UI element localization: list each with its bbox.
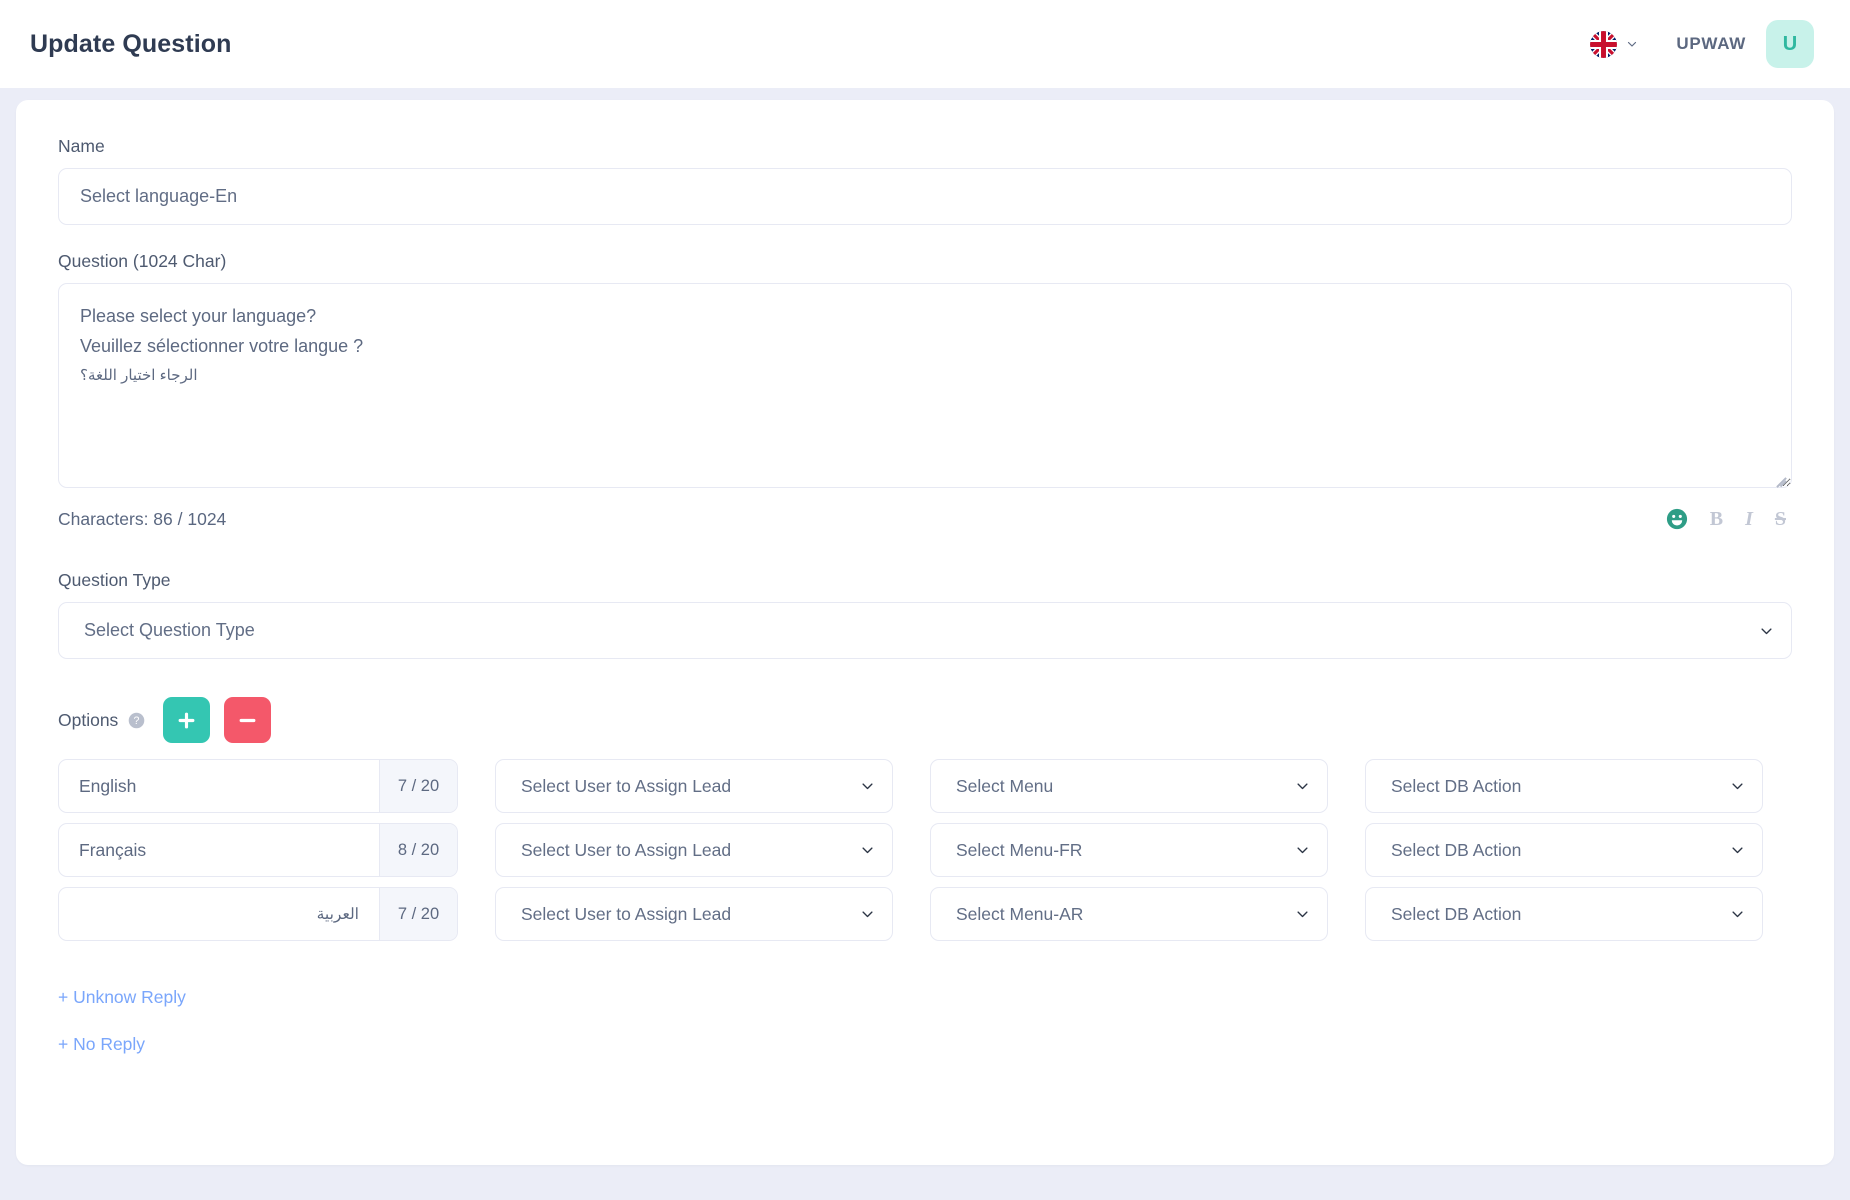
option-char-counter: 8 / 20 (379, 824, 457, 876)
option-char-counter: 7 / 20 (379, 760, 457, 812)
top-header-bar: Update Question UPWAW U (0, 0, 1850, 88)
organization-name: UPWAW (1676, 34, 1746, 53)
question-line-3: الرجاء اختيار اللغة؟ (80, 367, 198, 384)
question-form-card: Name Question (1024 Char) Please select … (16, 100, 1834, 1165)
character-counter: Characters: 86 / 1024 (58, 508, 227, 529)
question-line-2: Veuillez sélectionner votre langue ? (80, 336, 364, 356)
svg-text:?: ? (134, 715, 140, 727)
add-option-button[interactable] (163, 697, 211, 743)
assign-user-select[interactable]: Select User to Assign Lead (495, 823, 893, 877)
question-field-block: Question (1024 Char) Please select your … (58, 251, 1792, 536)
db-action-select-wrap: Select DB Action (1365, 759, 1763, 813)
formatting-toolbar: B I S (1666, 508, 1792, 530)
db-action-select[interactable]: Select DB Action (1365, 887, 1763, 941)
assign-user-select[interactable]: Select User to Assign Lead (495, 887, 893, 941)
option-name-input[interactable] (59, 824, 379, 876)
italic-button[interactable]: I (1745, 509, 1753, 529)
option-name-wrap: 7 / 20 (58, 887, 458, 941)
no-reply-link[interactable]: + No Reply (58, 1034, 145, 1055)
uk-flag-icon (1590, 30, 1618, 58)
minus-icon (239, 718, 256, 722)
question-label: Question (1024 Char) (58, 251, 227, 271)
option-name-input[interactable] (59, 760, 379, 812)
question-textarea-wrap: Please select your language? Veuillez sé… (58, 283, 1792, 488)
assign-user-select-wrap: Select User to Assign Lead (495, 759, 893, 813)
emoji-smiley-icon[interactable] (1666, 508, 1688, 530)
menu-select[interactable]: Select Menu-AR (930, 887, 1328, 941)
option-row: 7 / 20 Select User to Assign Lead Select… (58, 759, 1792, 813)
strikethrough-button[interactable]: S (1775, 509, 1786, 529)
db-action-select-wrap: Select DB Action (1365, 823, 1763, 877)
menu-select[interactable]: Select Menu-FR (930, 823, 1328, 877)
question-type-label: Question Type (58, 570, 171, 590)
name-input[interactable] (58, 168, 1792, 225)
question-line-1: Please select your language? (80, 306, 317, 326)
question-meta-row: Characters: 86 / 1024 B I S (58, 502, 1792, 536)
help-circle-icon[interactable]: ? (128, 712, 145, 729)
option-name-wrap: 7 / 20 (58, 759, 458, 813)
options-rows: 7 / 20 Select User to Assign Lead Select… (58, 759, 1792, 941)
reply-links: + Unknow Reply + No Reply (58, 987, 1792, 1081)
db-action-select-wrap: Select DB Action (1365, 887, 1763, 941)
question-type-select[interactable]: Select Question Type (58, 602, 1792, 659)
menu-select-wrap: Select Menu-FR (930, 823, 1328, 877)
option-row: 8 / 20 Select User to Assign Lead Select… (58, 823, 1792, 877)
menu-select[interactable]: Select Menu (930, 759, 1328, 813)
question-type-select-wrap: Select Question Type (58, 602, 1792, 659)
bold-button[interactable]: B (1710, 509, 1723, 529)
name-label: Name (58, 136, 105, 156)
language-switcher[interactable] (1582, 25, 1646, 64)
options-header: Options ? (58, 697, 1792, 743)
assign-user-select-wrap: Select User to Assign Lead (495, 887, 893, 941)
option-row: 7 / 20 Select User to Assign Lead Select… (58, 887, 1792, 941)
db-action-select[interactable]: Select DB Action (1365, 823, 1763, 877)
unknow-reply-link[interactable]: + Unknow Reply (58, 987, 186, 1008)
menu-select-wrap: Select Menu-AR (930, 887, 1328, 941)
plus-icon (178, 712, 195, 728)
header-right-group: UPWAW U (1582, 20, 1814, 68)
remove-option-button[interactable] (224, 697, 272, 743)
page-title: Update Question (30, 29, 232, 58)
options-label: Options (58, 709, 119, 730)
chevron-down-icon (1628, 41, 1637, 47)
assign-user-select[interactable]: Select User to Assign Lead (495, 759, 893, 813)
question-type-block: Question Type Select Question Type (58, 570, 1792, 659)
option-char-counter: 7 / 20 (379, 888, 457, 940)
option-name-wrap: 8 / 20 (58, 823, 458, 877)
db-action-select[interactable]: Select DB Action (1365, 759, 1763, 813)
avatar[interactable]: U (1766, 20, 1814, 68)
menu-select-wrap: Select Menu (930, 759, 1328, 813)
option-name-input[interactable] (59, 888, 379, 940)
question-textarea[interactable]: Please select your language? Veuillez sé… (58, 283, 1792, 488)
assign-user-select-wrap: Select User to Assign Lead (495, 823, 893, 877)
name-field-block: Name (58, 136, 1792, 225)
page-background: Name Question (1024 Char) Please select … (0, 88, 1850, 1200)
